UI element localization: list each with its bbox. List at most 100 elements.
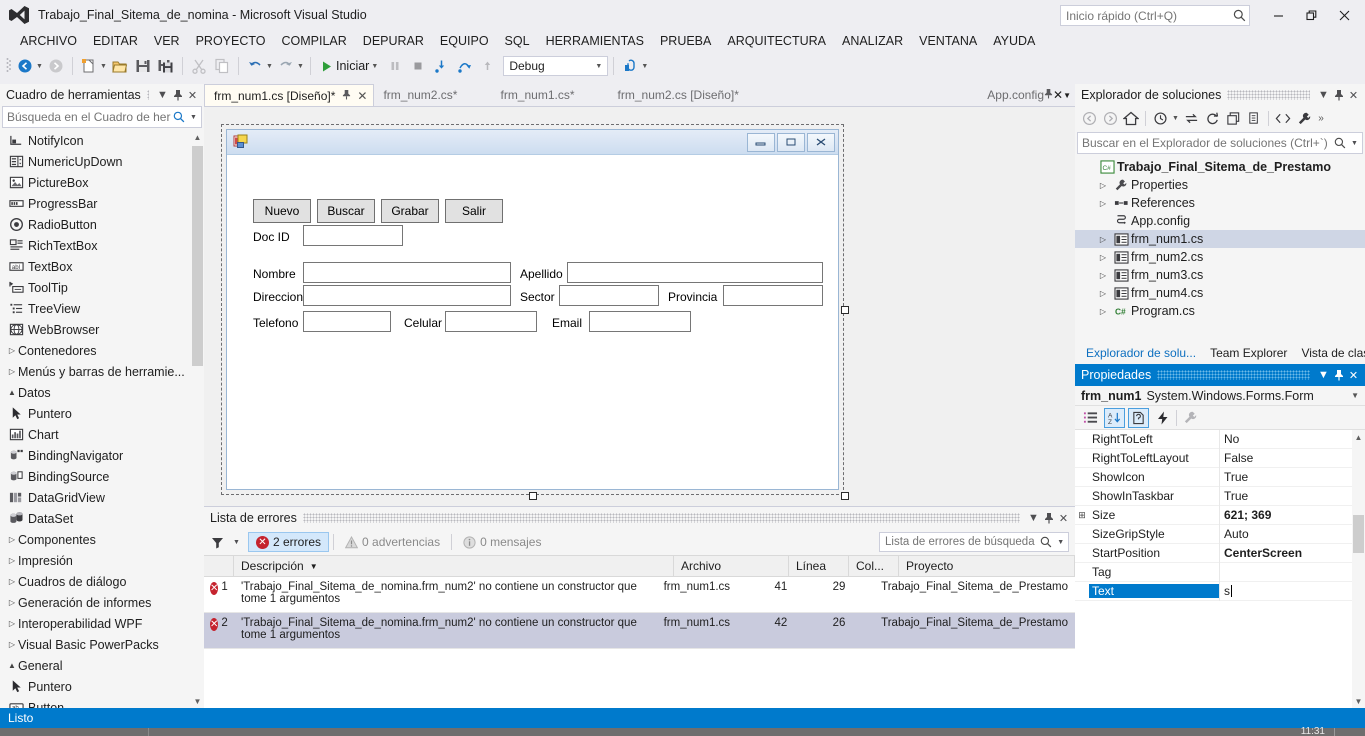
property-value[interactable]: s bbox=[1219, 581, 1365, 601]
textbox-doc-id[interactable] bbox=[303, 225, 403, 246]
app-config-tab-label[interactable]: App.config bbox=[987, 88, 1044, 102]
solution-explorer-search-input[interactable] bbox=[1078, 136, 1332, 150]
toolbox-scrollbar[interactable]: ▲ ▼ bbox=[191, 130, 204, 708]
chevron-right-icon[interactable]: ▷ bbox=[1095, 199, 1111, 208]
filter-icon[interactable] bbox=[210, 534, 225, 550]
scroll-down-icon[interactable]: ▼ bbox=[191, 694, 204, 708]
solution-tree-item-frm-num4-cs[interactable]: ▷ frm_num4.cs bbox=[1075, 284, 1365, 302]
textbox-provincia[interactable] bbox=[723, 285, 823, 306]
form-maximize-button[interactable] bbox=[777, 132, 805, 152]
menu-item-sql[interactable]: SQL bbox=[497, 32, 538, 50]
bottom-tab-1[interactable]: Team Explorer bbox=[1203, 344, 1294, 362]
navigate-forward-icon[interactable] bbox=[45, 55, 67, 77]
warnings-filter-chip[interactable]: 0 advertencias bbox=[338, 532, 447, 552]
minimize-button[interactable] bbox=[1262, 2, 1295, 28]
toolbox-item-richtextbox[interactable]: RichTextBox bbox=[0, 235, 204, 256]
messages-filter-chip[interactable]: 0 mensajes bbox=[456, 532, 548, 552]
close-icon[interactable]: ✕ bbox=[1346, 367, 1361, 383]
scroll-down-icon[interactable]: ▼ bbox=[1352, 694, 1365, 708]
pin-icon[interactable] bbox=[170, 87, 185, 103]
bottom-tab-0[interactable]: Explorador de solu... bbox=[1079, 344, 1203, 362]
form-client-area[interactable]: Nuevo Buscar Grabar Salir Doc ID Nombre bbox=[227, 155, 838, 489]
menu-item-depurar[interactable]: DEPURAR bbox=[355, 32, 432, 50]
toolbox-category-cuadros-de-di-logo[interactable]: ▷ Cuadros de diálogo bbox=[0, 571, 204, 592]
toolbox-item-textbox[interactable]: abl TextBox bbox=[0, 256, 204, 277]
resize-handle-bottom-right[interactable] bbox=[841, 492, 849, 500]
property-row-showintaskbar[interactable]: ShowInTaskbar True bbox=[1075, 486, 1365, 506]
step-over-icon[interactable] bbox=[453, 55, 475, 77]
properties-scroll-thumb[interactable] bbox=[1353, 515, 1364, 553]
toolbox-item-list[interactable]: NotifyIcon NumericUpDown PictureBox Progres… bbox=[0, 130, 204, 708]
collapse-all-icon[interactable] bbox=[1223, 109, 1243, 129]
pin-icon[interactable] bbox=[342, 89, 351, 103]
menu-item-analizar[interactable]: ANALIZAR bbox=[834, 32, 911, 50]
chevron-right-icon[interactable]: ▷ bbox=[1095, 253, 1111, 262]
document-tab-3[interactable]: frm_num2.cs [Diseño]* bbox=[608, 84, 773, 106]
toolbox-item-dataset[interactable]: DataSet bbox=[0, 508, 204, 529]
alphabetical-view-icon[interactable]: AZ bbox=[1104, 407, 1125, 428]
textbox-apellido[interactable] bbox=[567, 262, 823, 283]
pause-icon[interactable] bbox=[384, 55, 406, 77]
column-header-icon[interactable] bbox=[204, 555, 234, 577]
property-row-righttoleftlayout[interactable]: RightToLeftLayout False bbox=[1075, 448, 1365, 468]
chevron-down-icon[interactable]: ▼ bbox=[1316, 367, 1331, 383]
column-header-project[interactable]: Proyecto bbox=[899, 555, 1075, 577]
toolbox-item-chart[interactable]: Chart bbox=[0, 424, 204, 445]
toolbar-overflow-icon[interactable]: ▼ bbox=[640, 63, 649, 70]
textbox-nombre[interactable] bbox=[303, 262, 511, 283]
menu-item-herramientas[interactable]: HERRAMIENTAS bbox=[538, 32, 652, 50]
save-all-icon[interactable] bbox=[155, 55, 177, 77]
save-icon[interactable] bbox=[132, 55, 154, 77]
close-icon[interactable]: ✕ bbox=[185, 87, 200, 103]
properties-object-selector[interactable]: frm_num1 System.Windows.Forms.Form ▼ bbox=[1075, 386, 1365, 406]
toolbox-item-puntero[interactable]: Puntero bbox=[0, 403, 204, 424]
scroll-up-icon[interactable]: ▲ bbox=[1352, 430, 1365, 444]
properties-icon[interactable] bbox=[1294, 109, 1314, 129]
property-row-size[interactable]: ⊞ Size 621; 369 bbox=[1075, 505, 1365, 525]
properties-grid[interactable]: RightToLeft No RightToLeftLayout False ShowI… bbox=[1075, 430, 1365, 708]
designed-windows-form[interactable]: Nuevo Buscar Grabar Salir Doc ID Nombre bbox=[226, 129, 839, 490]
solution-tree-item-frm-num1-cs[interactable]: ▷ frm_num1.cs bbox=[1075, 230, 1365, 248]
toolbox-category-men-s-y-barras-de-herramie[interactable]: ▷ Menús y barras de herramie... bbox=[0, 361, 204, 382]
categorized-view-icon[interactable] bbox=[1080, 408, 1101, 428]
document-tab-2[interactable]: frm_num1.cs* bbox=[491, 84, 609, 106]
forward-icon[interactable] bbox=[1100, 109, 1120, 129]
expand-icon[interactable]: ⊞ bbox=[1075, 510, 1089, 521]
quick-launch-input[interactable] bbox=[1061, 6, 1229, 25]
chevron-right-icon[interactable]: ▷ bbox=[1095, 271, 1111, 280]
solution-tree-item-frm-num2-cs[interactable]: ▷ frm_num2.cs bbox=[1075, 248, 1365, 266]
toolbox-category-impresi-n[interactable]: ▷ Impresión bbox=[0, 550, 204, 571]
pending-changes-icon[interactable] bbox=[1150, 109, 1170, 129]
form-close-button[interactable] bbox=[807, 132, 835, 152]
quick-launch-box[interactable] bbox=[1060, 5, 1250, 26]
cut-icon[interactable] bbox=[188, 55, 210, 77]
toolbar-grip[interactable] bbox=[6, 56, 13, 76]
pin-icon[interactable] bbox=[1041, 510, 1056, 526]
document-tab-1[interactable]: frm_num2.cs* bbox=[374, 84, 492, 106]
toolbox-item-webbrowser[interactable]: WebBrowser bbox=[0, 319, 204, 340]
toolbox-item-bindingnavigator[interactable]: BindingNavigator bbox=[0, 445, 204, 466]
toolbox-item-picturebox[interactable]: PictureBox bbox=[0, 172, 204, 193]
solution-tree[interactable]: C# Trabajo_Final_Sitema_de_Prestamo ▷ Prope… bbox=[1075, 155, 1365, 342]
restore-button[interactable] bbox=[1295, 2, 1328, 28]
attach-to-process-icon[interactable] bbox=[619, 55, 641, 77]
solution-configuration-dropdown[interactable]: Debug ▼ bbox=[503, 56, 609, 76]
toolbox-item-datagridview[interactable]: DataGridView bbox=[0, 487, 204, 508]
error-list-drag-handle[interactable] bbox=[302, 513, 1020, 523]
toolbox-item-button[interactable]: abButton bbox=[0, 697, 204, 708]
toolbox-item-tooltip[interactable]: ToolTip bbox=[0, 277, 204, 298]
pin-icon[interactable] bbox=[1331, 367, 1346, 383]
menu-item-ventana[interactable]: VENTANA bbox=[911, 32, 985, 50]
document-tab-0[interactable]: frm_num1.cs [Diseño]* ✕ bbox=[204, 84, 375, 106]
column-header-file[interactable]: Archivo bbox=[674, 555, 789, 577]
property-row-text[interactable]: Text s bbox=[1075, 581, 1365, 601]
close-button[interactable] bbox=[1328, 2, 1361, 28]
solution-tree-item-references[interactable]: ▷ References bbox=[1075, 194, 1365, 212]
property-value[interactable]: CenterScreen bbox=[1219, 543, 1365, 563]
form-button-salir[interactable]: Salir bbox=[445, 199, 503, 223]
step-into-icon[interactable] bbox=[430, 55, 452, 77]
chevron-right-icon[interactable]: ▷ bbox=[1095, 289, 1111, 298]
property-row-showicon[interactable]: ShowIcon True bbox=[1075, 467, 1365, 487]
chevron-down-icon[interactable]: ▼ bbox=[1026, 510, 1041, 526]
navigate-backward-icon[interactable] bbox=[14, 55, 36, 77]
